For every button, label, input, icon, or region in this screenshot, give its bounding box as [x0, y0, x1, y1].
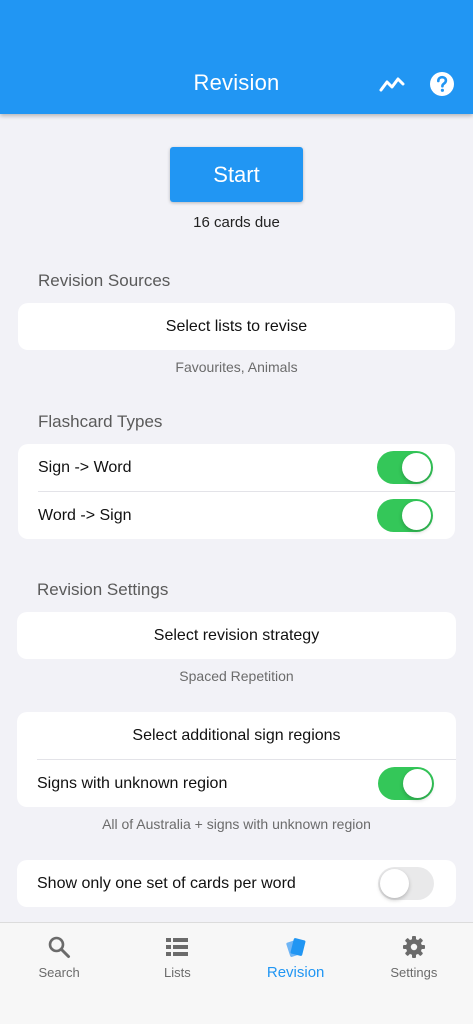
list-icon: [166, 938, 189, 956]
flashcard-row-sign-word: Sign -> Word: [18, 444, 455, 491]
flashcard-types-heading: Flashcard Types: [38, 412, 163, 431]
flashcard-row-label: Sign -> Word: [38, 458, 132, 476]
stats-button[interactable]: [378, 70, 406, 98]
revision-sources-heading: Revision Sources: [38, 271, 171, 290]
flashcard-row-word-sign: Word -> Sign: [18, 492, 455, 539]
flashcard-row-label: Word -> Sign: [38, 506, 132, 524]
selected-lists-caption: Favourites, Animals: [175, 359, 298, 375]
toggle-knob: [402, 501, 431, 530]
nav-label: Search: [38, 965, 80, 980]
line-chart-icon: [379, 77, 405, 92]
revision-settings-heading: Revision Settings: [37, 580, 169, 599]
one-set-toggle[interactable]: [378, 867, 434, 900]
bottom-navigation: Search Lists Revision Settings: [0, 922, 473, 1024]
unknown-region-row: Signs with unknown region: [17, 760, 456, 807]
unknown-region-label: Signs with unknown region: [37, 774, 228, 792]
nav-label: Settings: [390, 965, 438, 980]
start-button[interactable]: Start: [170, 147, 303, 202]
nav-label: Revision: [266, 964, 325, 981]
gear-icon: [402, 936, 425, 958]
regions-caption: All of Australia + signs with unknown re…: [102, 816, 371, 832]
one-set-card: Show only one set of cards per word: [17, 860, 456, 907]
sign-to-word-toggle[interactable]: [377, 451, 433, 484]
revision-screen: Revision Start 16 cards due Revision Sou…: [0, 0, 473, 1024]
one-set-row: Show only one set of cards per word: [17, 860, 456, 907]
app-header: Revision: [0, 0, 473, 114]
nav-revision[interactable]: Revision: [237, 923, 355, 1024]
nav-search[interactable]: Search: [0, 923, 118, 1024]
flashcard-types-card: Sign -> Word Word -> Sign: [18, 444, 455, 539]
search-icon: [48, 936, 71, 958]
help-button[interactable]: [428, 70, 456, 98]
sign-regions-card: Select additional sign regions Signs wit…: [17, 712, 456, 807]
toggle-knob: [402, 453, 431, 482]
select-strategy-button[interactable]: Select revision strategy: [17, 612, 456, 659]
one-set-label: Show only one set of cards per word: [37, 874, 296, 892]
toggle-knob: [380, 869, 409, 898]
nav-label: Lists: [164, 965, 191, 980]
cards-icon: [285, 938, 306, 957]
revision-strategy-card: Select revision strategy: [17, 612, 456, 659]
unknown-region-toggle[interactable]: [378, 767, 434, 800]
word-to-sign-toggle[interactable]: [377, 499, 433, 532]
nav-lists[interactable]: Lists: [118, 923, 236, 1024]
select-regions-button[interactable]: Select additional sign regions: [17, 712, 456, 759]
toggle-knob: [403, 769, 432, 798]
strategy-caption: Spaced Repetition: [179, 668, 294, 684]
cards-due-text: 16 cards due: [193, 214, 280, 231]
revision-sources-card: Select lists to revise: [18, 303, 455, 350]
nav-settings[interactable]: Settings: [355, 923, 473, 1024]
select-lists-button[interactable]: Select lists to revise: [18, 303, 455, 350]
help-icon: [430, 72, 454, 96]
